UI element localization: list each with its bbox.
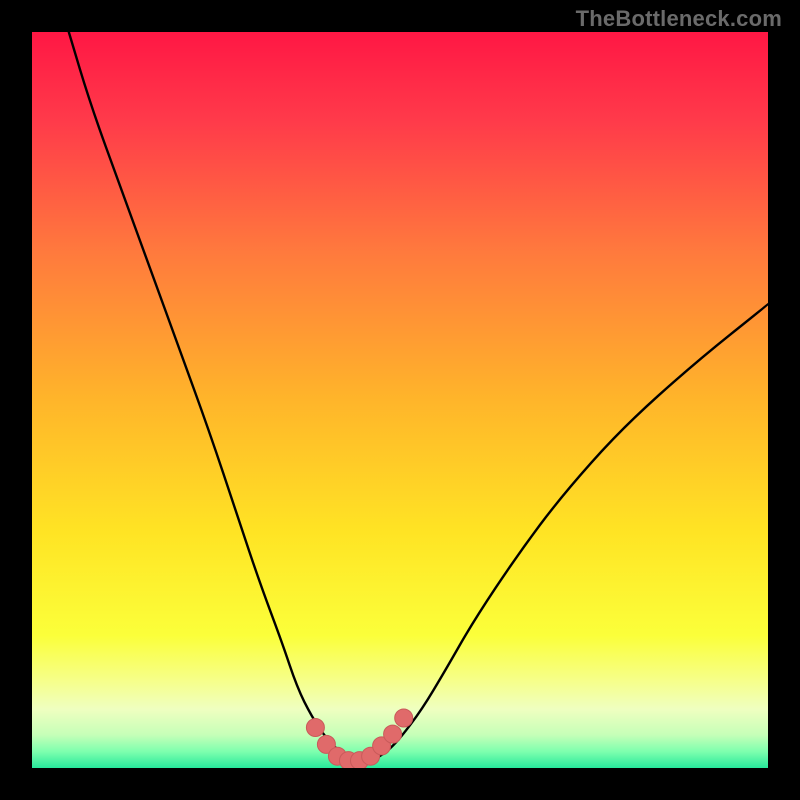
- bottleneck-chart: [32, 32, 768, 768]
- highlight-marker: [395, 709, 413, 727]
- highlight-marker: [384, 725, 402, 743]
- highlight-marker: [306, 719, 324, 737]
- outer-frame: TheBottleneck.com: [0, 0, 800, 800]
- chart-background: [32, 32, 768, 768]
- watermark-text: TheBottleneck.com: [576, 6, 782, 32]
